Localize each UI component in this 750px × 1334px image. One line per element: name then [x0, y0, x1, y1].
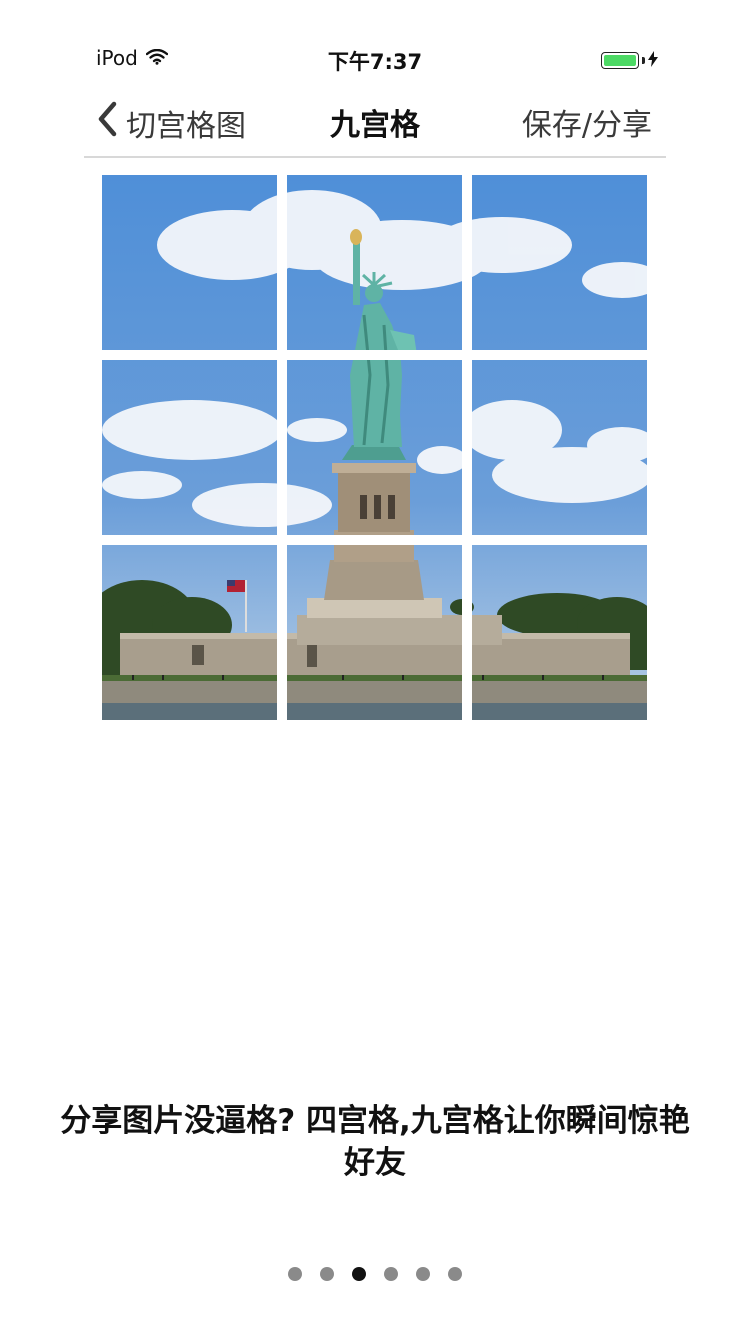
save-share-button[interactable]: 保存/分享: [522, 100, 652, 144]
status-right: [601, 48, 658, 72]
battery-level: [604, 54, 636, 66]
statue-photo-segment: [472, 175, 647, 350]
page-dot[interactable]: [384, 1267, 398, 1281]
status-bar: iPod 下午7:37: [84, 30, 666, 88]
grid-tile[interactable]: [287, 175, 462, 350]
page-dot[interactable]: [448, 1267, 462, 1281]
charging-bolt-icon: [648, 48, 658, 72]
navigation-bar: 切宫格图 九宫格 保存/分享: [84, 88, 666, 158]
battery-cap: [642, 56, 645, 64]
grid-tile[interactable]: [102, 360, 277, 535]
page-dot[interactable]: [320, 1267, 334, 1281]
statue-photo-segment: [287, 175, 462, 350]
phone-screen: iPod 下午7:37 切宫格图 九宫格 保存/分享: [84, 30, 666, 158]
status-time: 下午7:37: [327, 50, 423, 74]
battery-icon: [601, 51, 639, 69]
statue-photo-segment: [472, 545, 647, 720]
grid-tile[interactable]: [287, 545, 462, 720]
grid-tile[interactable]: [472, 360, 647, 535]
page-indicator[interactable]: [0, 1267, 750, 1281]
statue-photo-segment: [472, 360, 647, 535]
grid-tile[interactable]: [472, 175, 647, 350]
statue-photo-segment: [287, 545, 462, 720]
statue-photo-segment: [287, 360, 462, 535]
page-dot-active[interactable]: [352, 1267, 366, 1281]
grid-tile[interactable]: [472, 545, 647, 720]
app-screen: iPod 下午7:37 切宫格图 九宫格 保存/分享 分享图片没逼格? 四宫格,…: [0, 0, 750, 1334]
grid-tile[interactable]: [102, 175, 277, 350]
page-dot[interactable]: [416, 1267, 430, 1281]
statue-photo-segment: [102, 360, 277, 535]
caption-line-1: 分享图片没逼格? 四宫格,九宫格让你瞬间惊艳: [60, 1103, 690, 1139]
grid-tile[interactable]: [102, 545, 277, 720]
grid-tile[interactable]: [287, 360, 462, 535]
nine-grid-preview: [102, 175, 647, 720]
caption-line-2: 好友: [344, 1145, 406, 1181]
feature-caption: 分享图片没逼格? 四宫格,九宫格让你瞬间惊艳 好友: [10, 1100, 740, 1184]
statue-photo-segment: [102, 175, 277, 350]
page-dot[interactable]: [288, 1267, 302, 1281]
statue-photo-segment: [102, 545, 277, 720]
